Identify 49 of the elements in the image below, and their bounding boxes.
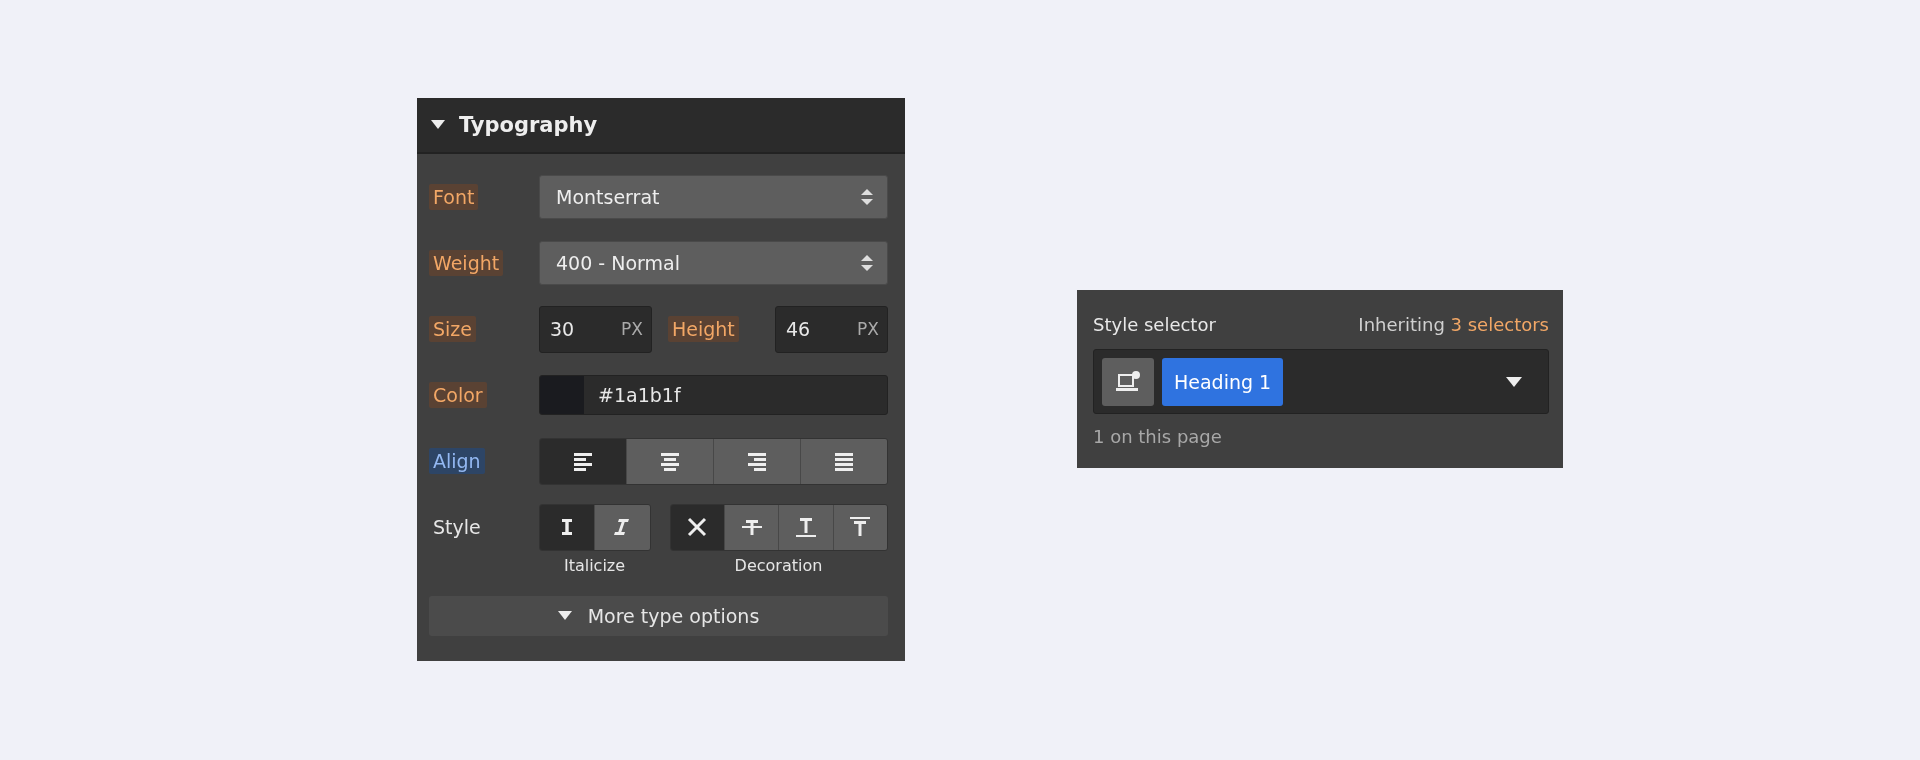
- size-input[interactable]: 30 PX: [539, 305, 652, 353]
- font-dropdown[interactable]: Montserrat: [539, 175, 888, 219]
- color-value: #1a1b1f: [598, 384, 681, 406]
- input-value: 30: [550, 318, 575, 340]
- unit-label: PX: [621, 319, 643, 339]
- align-button[interactable]: [800, 438, 887, 484]
- color-field[interactable]: #1a1b1f: [539, 375, 888, 415]
- unit-label: PX: [857, 319, 879, 339]
- more-options-button[interactable]: More type options: [429, 596, 888, 636]
- selector-field[interactable]: Heading 1: [1093, 349, 1549, 414]
- italic-button[interactable]: [540, 504, 595, 550]
- element-type-button[interactable]: [1102, 357, 1154, 406]
- monitor-dot-icon: [1115, 369, 1141, 394]
- italic-button[interactable]: [594, 504, 650, 550]
- input-value: 46: [786, 318, 811, 340]
- color-swatch[interactable]: [540, 376, 584, 414]
- field-label: Style: [432, 515, 482, 540]
- caret-down-icon: [557, 611, 572, 621]
- field-label: Size: [429, 316, 476, 342]
- up-down-arrows-icon: [861, 189, 873, 205]
- selector-tag[interactable]: Heading 1: [1162, 357, 1284, 406]
- inheriting-text: Inheriting 3 selectors: [1358, 314, 1549, 335]
- section-title: Typography: [459, 113, 598, 137]
- usage-count: 1 on this page: [1093, 426, 1223, 447]
- field-label: Height: [668, 316, 739, 342]
- align-button[interactable]: [713, 438, 800, 484]
- caption: Italicize: [562, 556, 627, 577]
- decoration-button[interactable]: [832, 504, 887, 550]
- overline-t-icon: [848, 515, 873, 539]
- panel-title: Style selector: [1093, 314, 1216, 335]
- decoration-button[interactable]: [670, 504, 724, 550]
- dropdown-value: Montserrat: [556, 186, 660, 208]
- align-button[interactable]: [540, 438, 626, 484]
- panel-header[interactable]: Typography: [417, 98, 905, 154]
- caption: Decoration: [733, 556, 824, 577]
- underline-t-icon: [794, 515, 818, 539]
- field-label: Align: [429, 448, 485, 474]
- weight-dropdown[interactable]: 400 - Normal: [539, 241, 888, 285]
- height-input[interactable]: 46 PX: [775, 305, 888, 353]
- align-button[interactable]: [626, 438, 713, 484]
- decoration-button[interactable]: [724, 504, 779, 550]
- caret-down-icon: [1506, 376, 1522, 387]
- decoration-button[interactable]: [778, 504, 833, 550]
- dropdown-value: 400 - Normal: [556, 252, 680, 274]
- field-label: Weight: [429, 250, 504, 276]
- selectors-link[interactable]: 3 selectors: [1450, 314, 1549, 335]
- up-down-arrows-icon: [861, 255, 873, 271]
- field-label: Font: [429, 184, 479, 210]
- field-label: Color: [429, 382, 487, 408]
